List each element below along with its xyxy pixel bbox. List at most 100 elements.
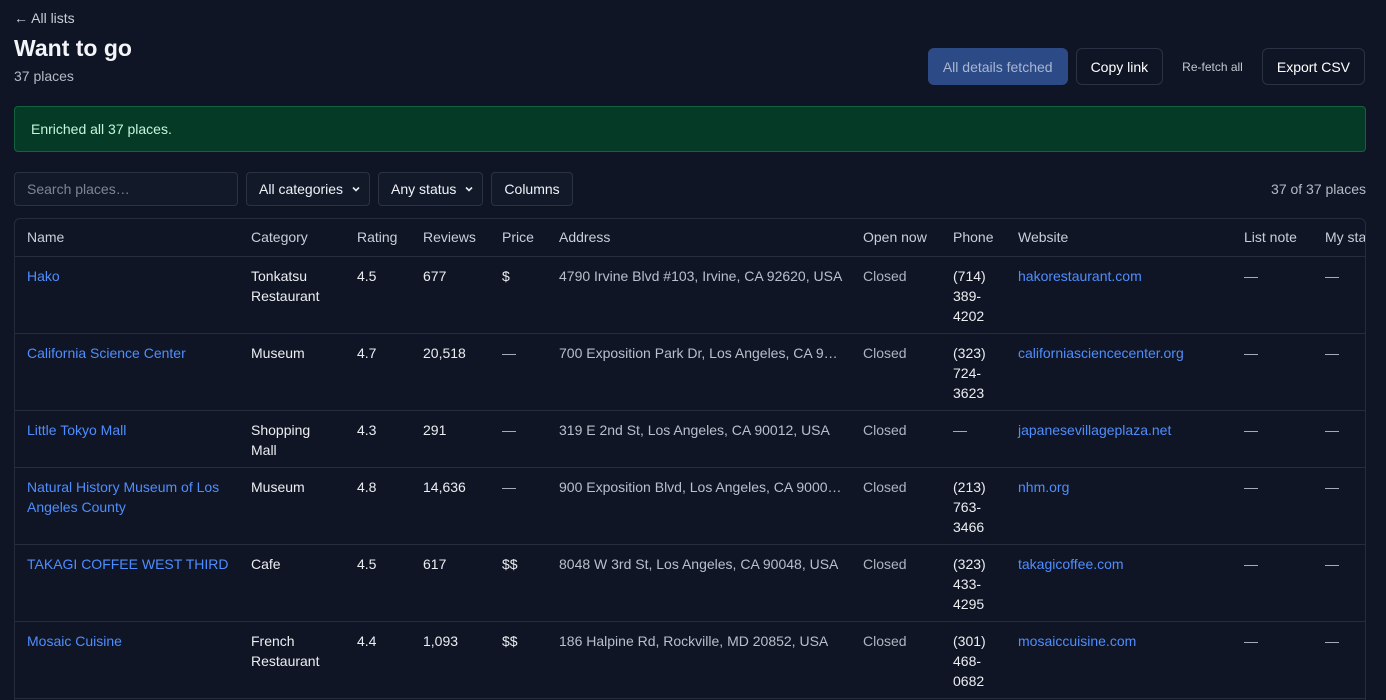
address-cell: 4790 Irvine Blvd #103, Irvine, CA 92620,… <box>559 267 843 284</box>
column-header-my-status[interactable]: My status <box>1313 219 1365 257</box>
price-cell: — <box>490 467 547 545</box>
search-input[interactable] <box>14 172 238 206</box>
phone-cell: (323) 433-4295 <box>941 544 1006 622</box>
column-header-list-note[interactable]: List note <box>1232 219 1313 257</box>
table-row[interactable]: Natural History Museum of Los Angeles Co… <box>15 467 1365 545</box>
category-select-value: All categories <box>259 181 344 197</box>
rating-cell: 4.4 <box>345 621 411 699</box>
place-name-link[interactable]: TAKAGI COFFEE WEST THIRD <box>27 556 228 572</box>
address-cell: 186 Halpine Rd, Rockville, MD 20852, USA <box>559 632 829 649</box>
reviews-cell: 291 <box>411 410 490 468</box>
open-now-cell: Closed <box>851 410 941 468</box>
price-cell: — <box>490 410 547 468</box>
my-status-cell[interactable]: — <box>1313 544 1365 622</box>
column-header-category[interactable]: Category <box>239 219 345 257</box>
website-link[interactable]: takagicoffee.com <box>1018 556 1124 572</box>
price-cell: — <box>490 333 547 411</box>
filter-bar: All categories Any status Columns 37 of … <box>14 172 1366 206</box>
chevron-down-icon <box>465 186 473 192</box>
column-header-phone[interactable]: Phone <box>941 219 1006 257</box>
open-now-cell: Closed <box>851 467 941 545</box>
reviews-cell: 617 <box>411 544 490 622</box>
phone-cell: (301) 468-0682 <box>941 621 1006 699</box>
open-now-cell: Closed <box>851 256 941 334</box>
column-header-reviews[interactable]: Reviews <box>411 219 490 257</box>
reviews-cell: 14,636 <box>411 467 490 545</box>
reviews-cell: 1,093 <box>411 621 490 699</box>
phone-cell: — <box>941 410 1006 468</box>
place-name-link[interactable]: Mosaic Cuisine <box>27 633 122 649</box>
address-cell: 8048 W 3rd St, Los Angeles, CA 90048, US… <box>559 555 839 572</box>
place-name-link[interactable]: Natural History Museum of Los Angeles Co… <box>27 479 219 515</box>
table-row[interactable]: Mosaic Cuisine French Restaurant 4.4 1,0… <box>15 621 1365 699</box>
my-status-cell[interactable]: — <box>1313 410 1365 468</box>
category-cell: Museum <box>239 467 345 545</box>
rating-cell: 4.5 <box>345 256 411 334</box>
details-fetched-button[interactable]: All details fetched <box>927 48 1068 85</box>
list-note-cell[interactable]: — <box>1232 256 1313 334</box>
place-name-link[interactable]: Hako <box>27 268 60 284</box>
open-now-cell: Closed <box>851 621 941 699</box>
rating-cell: 4.5 <box>345 544 411 622</box>
status-select-value: Any status <box>391 181 457 197</box>
open-now-cell: Closed <box>851 544 941 622</box>
column-header-website[interactable]: Website <box>1006 219 1232 257</box>
address-cell: 319 E 2nd St, Los Angeles, CA 90012, USA <box>559 421 830 438</box>
rating-cell: 4.8 <box>345 467 411 545</box>
column-header-price[interactable]: Price <box>490 219 547 257</box>
phone-cell: (213) 763-3466 <box>941 467 1006 545</box>
website-link[interactable]: californiasciencecenter.org <box>1018 345 1184 361</box>
column-header-open-now[interactable]: Open now <box>851 219 941 257</box>
table-row[interactable]: TAKAGI COFFEE WEST THIRD Cafe 4.5 617 $$… <box>15 544 1365 622</box>
website-link[interactable]: hakorestaurant.com <box>1018 268 1142 284</box>
results-count: 37 of 37 places <box>1271 181 1366 197</box>
category-cell: Tonkatsu Restaurant <box>239 256 345 334</box>
category-cell: Cafe <box>239 544 345 622</box>
phone-cell: (323) 724-3623 <box>941 333 1006 411</box>
list-note-cell[interactable]: — <box>1232 621 1313 699</box>
website-link[interactable]: nhm.org <box>1018 479 1069 495</box>
category-cell: Shopping Mall <box>239 410 345 468</box>
table-row[interactable]: California Science Center Museum 4.7 20,… <box>15 333 1365 411</box>
table-row[interactable]: Hako Tonkatsu Restaurant 4.5 677 $ 4790 … <box>15 256 1365 334</box>
column-header-address[interactable]: Address <box>547 219 851 257</box>
column-header-rating[interactable]: Rating <box>345 219 411 257</box>
list-note-cell[interactable]: — <box>1232 333 1313 411</box>
list-note-cell[interactable]: — <box>1232 544 1313 622</box>
website-link[interactable]: mosaiccuisine.com <box>1018 633 1136 649</box>
table-row[interactable]: Little Tokyo Mall Shopping Mall 4.3 291 … <box>15 410 1365 468</box>
table-header-row: Name Category Rating Reviews Price Addre… <box>15 219 1365 257</box>
my-status-cell[interactable]: — <box>1313 333 1365 411</box>
place-name-link[interactable]: Little Tokyo Mall <box>27 422 126 438</box>
open-now-cell: Closed <box>851 333 941 411</box>
success-banner-message: Enriched all 37 places. <box>31 121 172 137</box>
website-link[interactable]: japanesevillageplaza.net <box>1018 422 1171 438</box>
my-status-cell[interactable]: — <box>1313 467 1365 545</box>
price-cell: $$ <box>490 544 547 622</box>
columns-button-label: Columns <box>504 181 560 197</box>
my-status-cell[interactable]: — <box>1313 621 1365 699</box>
places-table-container[interactable]: Name Category Rating Reviews Price Addre… <box>14 218 1366 700</box>
header-actions: All details fetched Copy link Re-fetch a… <box>927 48 1365 85</box>
price-cell: $ <box>490 256 547 334</box>
my-status-cell[interactable]: — <box>1313 256 1365 334</box>
category-cell: Museum <box>239 333 345 411</box>
column-header-name[interactable]: Name <box>15 219 239 257</box>
success-banner: Enriched all 37 places. <box>14 106 1366 152</box>
chevron-down-icon <box>352 186 360 192</box>
category-select[interactable]: All categories <box>246 172 371 206</box>
status-select[interactable]: Any status <box>378 172 484 206</box>
place-name-link[interactable]: California Science Center <box>27 345 186 361</box>
export-csv-button[interactable]: Export CSV <box>1261 48 1365 85</box>
list-note-cell[interactable]: — <box>1232 410 1313 468</box>
copy-link-button[interactable]: Copy link <box>1075 48 1164 85</box>
refetch-all-button[interactable]: Re-fetch all <box>1171 48 1254 85</box>
list-note-cell[interactable]: — <box>1232 467 1313 545</box>
phone-cell: (714) 389-4202 <box>941 256 1006 334</box>
price-cell: $$ <box>490 621 547 699</box>
rating-cell: 4.3 <box>345 410 411 468</box>
place-count-subtitle: 37 places <box>14 68 74 84</box>
columns-button[interactable]: Columns <box>491 172 573 206</box>
reviews-cell: 677 <box>411 256 490 334</box>
back-to-lists-link[interactable]: ← All lists <box>14 10 75 26</box>
